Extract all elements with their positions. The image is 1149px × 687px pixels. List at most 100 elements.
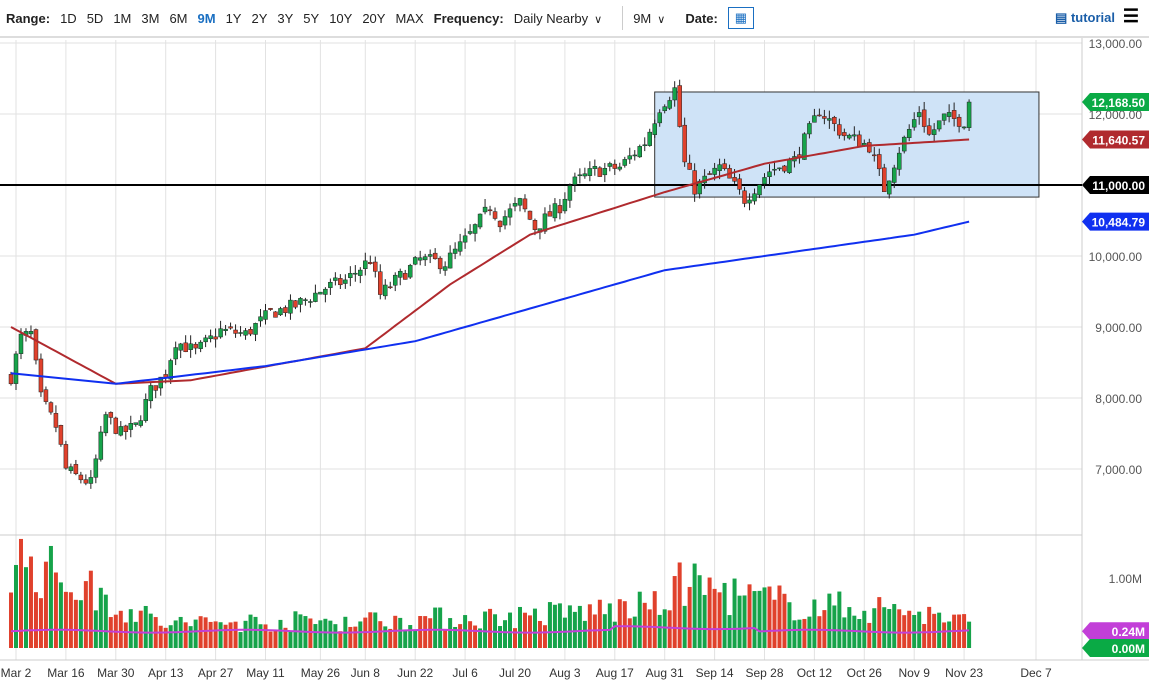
x-tick-label: Dec 7 [1020, 666, 1052, 680]
candle [961, 126, 967, 129]
volume-bar [483, 611, 488, 648]
candle [667, 100, 672, 109]
candle [183, 342, 188, 353]
candle [507, 208, 513, 218]
volume-bar [43, 561, 48, 648]
candle [607, 163, 613, 167]
candle [133, 422, 139, 425]
candle [522, 198, 528, 210]
price-chart[interactable]: 7,000.00 8,000.00 9,000.00 10,000.00 11,000.… [0, 0, 1149, 687]
volume-bar [922, 623, 927, 648]
volume-bar [398, 617, 403, 648]
candle [278, 308, 283, 316]
volume-bar [607, 603, 612, 648]
candle [707, 173, 712, 175]
candle [73, 464, 79, 475]
volume-bar [248, 614, 253, 648]
candle [822, 116, 827, 119]
volume-bar [712, 588, 717, 648]
candle [343, 279, 348, 284]
candle [338, 278, 343, 286]
volume-bar [418, 616, 423, 648]
volume-bar [63, 591, 68, 648]
volume-bar [662, 609, 667, 648]
candle [138, 420, 143, 426]
volume-bar [897, 609, 902, 648]
volume-bar [652, 591, 657, 648]
volume-bar [727, 615, 732, 648]
volume-bar [318, 620, 323, 648]
volume-bar [702, 594, 707, 648]
candle [462, 235, 468, 243]
candle [373, 261, 378, 272]
volume-bar [537, 620, 542, 648]
volume-bar [647, 609, 652, 648]
volume-bar [313, 624, 318, 648]
candle [68, 466, 74, 471]
candle [777, 167, 782, 170]
price-tag-text: 12,168.50 [1092, 96, 1146, 110]
volume-bar [53, 572, 58, 648]
candle [233, 329, 238, 334]
candle [827, 118, 832, 121]
candle [737, 178, 742, 190]
volume-bar [68, 592, 73, 648]
candle [487, 209, 493, 212]
candle [527, 210, 533, 220]
candle [627, 155, 633, 160]
candle [303, 299, 308, 301]
candle [587, 168, 593, 176]
candle [847, 134, 852, 139]
x-tick-label: Nov 23 [945, 666, 983, 680]
candle [672, 87, 677, 101]
candle [48, 402, 54, 413]
candle [497, 220, 503, 228]
candle [722, 163, 727, 169]
volume-bar [338, 631, 343, 648]
candle [762, 177, 767, 185]
candle [392, 274, 398, 286]
volume-bar [403, 630, 408, 648]
candle [502, 216, 508, 226]
candle [891, 167, 897, 183]
candle [687, 162, 692, 170]
volume-bar [9, 592, 14, 648]
candle [53, 413, 59, 428]
y-tick-label: 7,000.00 [1095, 463, 1142, 477]
candle [832, 117, 837, 124]
candle [732, 177, 737, 182]
price-tag: 12,168.50 [1082, 93, 1149, 112]
volume-bar [582, 620, 587, 648]
candle [931, 129, 937, 135]
x-tick-label: Aug 17 [596, 666, 634, 680]
candle [457, 241, 463, 252]
candle [602, 168, 608, 176]
candle [921, 109, 927, 127]
candle [552, 203, 558, 219]
volume-bar [752, 591, 757, 648]
volume-bar [328, 620, 333, 648]
x-tick-label: Sep 28 [745, 666, 783, 680]
x-tick-label: Jun 22 [397, 666, 433, 680]
candle [258, 316, 263, 322]
volume-bar [717, 592, 722, 648]
volume-bar [632, 616, 637, 648]
candle [263, 310, 268, 320]
volume-bar [14, 564, 18, 648]
candle [682, 124, 687, 163]
volume-bar [517, 606, 522, 648]
volume-bar [657, 614, 662, 648]
candle [273, 311, 278, 318]
volume-bar [787, 602, 792, 648]
volume-bar [572, 611, 577, 648]
volume-bar [458, 624, 463, 648]
x-tick-label: Nov 9 [899, 666, 931, 680]
volume-bar [757, 590, 762, 648]
volume-bar [567, 605, 572, 648]
x-tick-label: Jul 6 [452, 666, 478, 680]
volume-bar [942, 622, 947, 648]
candle [378, 271, 383, 295]
volume-bar [682, 605, 687, 648]
candle [208, 335, 213, 340]
volume-bar [762, 587, 767, 648]
